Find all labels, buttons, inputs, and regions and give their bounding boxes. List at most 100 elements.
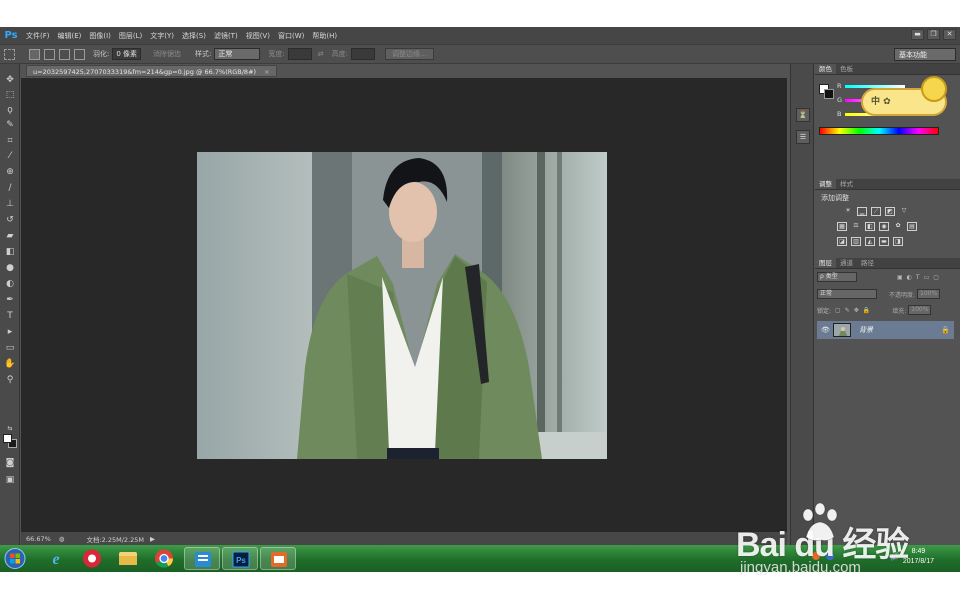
screen-mode-icon[interactable]: ▣	[4, 474, 16, 486]
subtract-selection-icon[interactable]	[59, 48, 70, 60]
new-selection-icon[interactable]	[29, 48, 40, 60]
photoshop-taskbar-icon[interactable]: Ps	[222, 547, 258, 570]
menu-image[interactable]: 图像(I)	[85, 31, 115, 41]
marquee-tool-icon[interactable]: ⬚	[4, 89, 16, 101]
menu-help[interactable]: 帮助(H)	[308, 31, 341, 41]
menu-type[interactable]: 文字(Y)	[146, 31, 178, 41]
pen-tool-icon[interactable]: ✒	[4, 294, 16, 306]
vibrance-icon[interactable]: ▽	[899, 207, 909, 216]
tab-paths[interactable]: 路径	[857, 258, 878, 268]
intersect-selection-icon[interactable]	[74, 48, 85, 60]
tab-styles[interactable]: 样式	[836, 179, 857, 189]
properties-panel-icon[interactable]: ☰	[796, 130, 810, 144]
exposure-icon[interactable]: ◩	[885, 207, 895, 216]
gradient-tool-icon[interactable]: ◧	[4, 246, 16, 258]
close-tab-icon[interactable]: ×	[264, 68, 269, 76]
add-selection-icon[interactable]	[44, 48, 55, 60]
status-menu-arrow-icon[interactable]: ▶	[150, 535, 155, 543]
shape-tool-icon[interactable]: ▭	[4, 342, 16, 354]
document-tab[interactable]: u=2032597425,2707033319&fm=214&gp=0.jpg …	[26, 65, 277, 77]
opacity-input[interactable]: 100%	[917, 289, 941, 299]
photo-filter-icon[interactable]: ◉	[879, 222, 889, 231]
menu-layer[interactable]: 图层(L)	[115, 31, 146, 41]
visibility-eye-icon[interactable]: 👁	[821, 326, 830, 334]
restore-button[interactable]: ❐	[927, 29, 940, 40]
tab-channels[interactable]: 通道	[836, 258, 857, 268]
orange-app-taskbar-icon[interactable]	[260, 547, 296, 570]
lock-icons[interactable]: ▢✎✥🔒	[835, 307, 874, 314]
menu-view[interactable]: 视图(V)	[242, 31, 274, 41]
ie-taskbar-icon[interactable]: e	[38, 547, 74, 570]
menu-select[interactable]: 选择(S)	[178, 31, 210, 41]
style-select[interactable]: 正常	[214, 48, 261, 60]
color-spectrum[interactable]	[819, 127, 939, 135]
channel-mixer-icon[interactable]: ✿	[893, 222, 903, 231]
crop-tool-icon[interactable]: ⌗	[4, 135, 16, 147]
status-info-icon[interactable]: ◍	[59, 535, 65, 543]
eraser-tool-icon[interactable]: ▰	[4, 230, 16, 242]
green-label: G	[837, 96, 843, 104]
menu-file[interactable]: 文件(F)	[22, 31, 54, 41]
move-tool-icon[interactable]: ✥	[4, 74, 16, 86]
brush-tool-icon[interactable]: ∕	[4, 182, 16, 194]
quick-mask-icon[interactable]: ◙	[4, 457, 16, 469]
dodge-tool-icon[interactable]: ◐	[4, 278, 16, 290]
layer-background[interactable]: 👁 背景 🔒	[817, 321, 954, 339]
gradient-map-icon[interactable]: ▬	[879, 237, 889, 246]
tab-swatches[interactable]: 色板	[836, 64, 857, 74]
hand-tool-icon[interactable]: ✋	[4, 358, 16, 370]
red-app-taskbar-icon[interactable]	[74, 547, 110, 570]
lasso-tool-icon[interactable]: ϙ	[4, 104, 16, 116]
antialias-checkbox[interactable]: 消除锯齿	[153, 49, 181, 59]
quick-select-tool-icon[interactable]: ✎	[4, 119, 16, 131]
tab-layers[interactable]: 图层	[815, 258, 836, 268]
menu-filter[interactable]: 滤镜(T)	[210, 31, 242, 41]
path-select-tool-icon[interactable]: ▸	[4, 326, 16, 338]
layer-kind-filter[interactable]: ρ 类型	[817, 272, 857, 282]
blue-app-taskbar-icon[interactable]	[184, 547, 220, 570]
healing-tool-icon[interactable]: ⊕	[4, 166, 16, 178]
zoom-level[interactable]: 66.67%	[26, 535, 51, 543]
color-bg-swatch[interactable]	[824, 89, 834, 99]
refine-edge-button[interactable]: 调整边缘...	[385, 48, 434, 60]
close-button[interactable]: ✕	[943, 29, 956, 40]
invert-icon[interactable]: ◪	[837, 237, 847, 246]
swap-icon[interactable]: ⇄	[318, 50, 324, 58]
start-button[interactable]	[2, 547, 28, 570]
document-image[interactable]	[197, 152, 607, 459]
brightness-icon[interactable]: ☀	[843, 207, 853, 216]
menu-edit[interactable]: 编辑(E)	[54, 31, 86, 41]
posterize-icon[interactable]: ▥	[851, 237, 861, 246]
menu-window[interactable]: 窗口(W)	[274, 31, 308, 41]
workspace-select[interactable]: 基本功能	[894, 48, 956, 61]
stamp-tool-icon[interactable]: ⊥	[4, 198, 16, 210]
fill-input[interactable]: 100%	[908, 305, 932, 315]
feather-input[interactable]: 0 像素	[112, 48, 142, 60]
minimize-button[interactable]: ▬	[911, 29, 924, 40]
width-input[interactable]	[287, 48, 312, 60]
color-lookup-icon[interactable]: ▤	[907, 222, 917, 231]
curves-icon[interactable]: ⟋	[871, 207, 881, 216]
type-tool-icon[interactable]: T	[4, 310, 16, 322]
chrome-taskbar-icon[interactable]	[146, 547, 182, 570]
blur-tool-icon[interactable]: ●	[4, 262, 16, 274]
layer-name[interactable]: 背景	[859, 325, 873, 335]
zoom-tool-icon[interactable]: ⚲	[4, 374, 16, 386]
black-white-icon[interactable]: ◧	[865, 222, 875, 231]
explorer-taskbar-icon[interactable]	[110, 547, 146, 570]
marquee-preset-icon[interactable]	[4, 48, 15, 60]
levels-icon[interactable]: ▁	[857, 207, 867, 216]
foreground-color-swatch[interactable]	[3, 434, 12, 443]
layer-filter-icons[interactable]: ▣◐T▭▢	[897, 274, 943, 281]
history-brush-tool-icon[interactable]: ↺	[4, 214, 16, 226]
color-balance-icon[interactable]: ⚖	[851, 222, 861, 231]
threshold-icon[interactable]: ◭	[865, 237, 875, 246]
tab-adjustments[interactable]: 调整	[815, 179, 836, 189]
eyedropper-tool-icon[interactable]: ⁄	[4, 150, 16, 162]
history-panel-icon[interactable]: ⏳	[796, 108, 810, 122]
tab-color[interactable]: 颜色	[815, 64, 836, 74]
hue-saturation-icon[interactable]: ▦	[837, 222, 847, 231]
blend-mode-select[interactable]: 正常	[817, 289, 877, 299]
selective-color-icon[interactable]: ◨	[893, 237, 903, 246]
height-input[interactable]	[351, 48, 375, 60]
